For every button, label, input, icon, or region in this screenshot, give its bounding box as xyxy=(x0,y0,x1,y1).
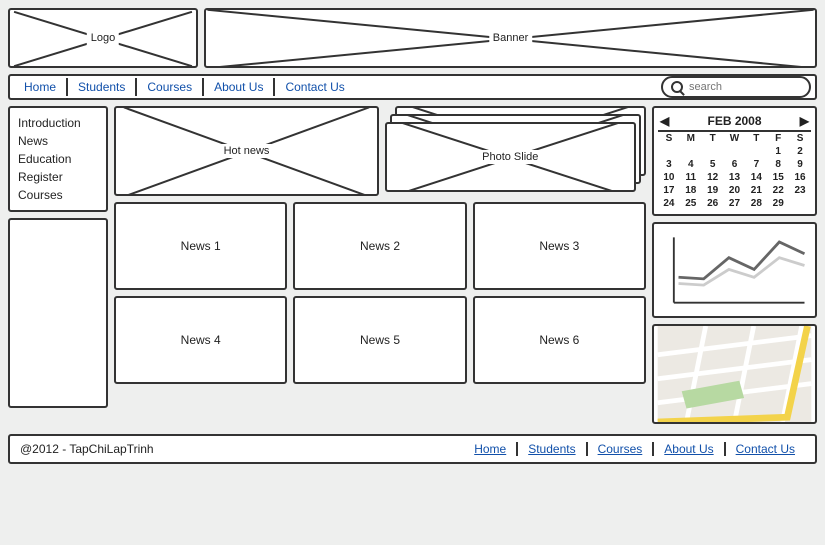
calendar-title: FEB 2008 xyxy=(707,114,761,128)
sidebar-item-register[interactable]: Register xyxy=(18,168,98,186)
news-card-2[interactable]: News 2 xyxy=(293,202,466,290)
footer-link-contact[interactable]: Contact Us xyxy=(726,442,805,456)
photo-slide-pane-front: Photo Slide xyxy=(385,122,636,192)
cal-day[interactable]: 27 xyxy=(724,197,746,210)
cal-dow: F xyxy=(767,132,789,145)
footer-link-about[interactable]: About Us xyxy=(654,442,725,456)
cal-day[interactable]: 8 xyxy=(767,158,789,171)
banner-placeholder: Banner xyxy=(204,8,817,68)
news-card-1[interactable]: News 1 xyxy=(114,202,287,290)
cal-day[interactable]: 21 xyxy=(745,184,767,197)
news-card-5[interactable]: News 5 xyxy=(293,296,466,384)
cal-day[interactable]: 24 xyxy=(658,197,680,210)
cal-day[interactable]: 23 xyxy=(789,184,811,197)
cal-day[interactable]: 11 xyxy=(680,171,702,184)
cal-dow: W xyxy=(724,132,746,145)
cal-day[interactable]: 6 xyxy=(724,158,746,171)
cal-day[interactable]: 16 xyxy=(789,171,811,184)
cal-prev-icon[interactable]: ◀ xyxy=(660,114,669,128)
logo-placeholder: Logo xyxy=(8,8,198,68)
cal-day[interactable]: 20 xyxy=(724,184,746,197)
cal-day[interactable]: 10 xyxy=(658,171,680,184)
cal-dow: S xyxy=(658,132,680,145)
cal-day xyxy=(680,145,702,158)
photo-slide[interactable]: Photo Slide xyxy=(385,106,646,196)
cal-day xyxy=(702,145,724,158)
footer-links: Home Students Courses About Us Contact U… xyxy=(464,442,805,456)
nav-students[interactable]: Students xyxy=(68,78,137,96)
cal-day[interactable]: 25 xyxy=(680,197,702,210)
map-widget[interactable] xyxy=(652,324,817,424)
cal-day[interactable]: 29 xyxy=(767,197,789,210)
search-input[interactable] xyxy=(687,80,801,94)
cal-day[interactable]: 28 xyxy=(745,197,767,210)
cal-day[interactable]: 19 xyxy=(702,184,724,197)
cal-day[interactable]: 17 xyxy=(658,184,680,197)
banner-label: Banner xyxy=(489,31,532,45)
footer: @2012 - TapChiLapTrinh Home Students Cou… xyxy=(8,434,817,464)
cal-day xyxy=(658,145,680,158)
nav-contact[interactable]: Contact Us xyxy=(275,78,354,96)
nav-links: Home Students Courses About Us Contact U… xyxy=(14,78,355,96)
cal-day[interactable]: 15 xyxy=(767,171,789,184)
news-grid: News 1 News 2 News 3 News 4 News 5 News … xyxy=(114,202,646,384)
cal-dow: S xyxy=(789,132,811,145)
calendar-widget[interactable]: ◀ FEB 2008 ▶ SMTWTFS12345678910111213141… xyxy=(652,106,817,216)
cal-day[interactable]: 4 xyxy=(680,158,702,171)
cal-day[interactable]: 2 xyxy=(789,145,811,158)
news-card-6[interactable]: News 6 xyxy=(473,296,646,384)
cal-next-icon[interactable]: ▶ xyxy=(800,114,809,128)
cal-day xyxy=(789,197,811,210)
cal-day[interactable]: 1 xyxy=(767,145,789,158)
cal-day[interactable]: 26 xyxy=(702,197,724,210)
cal-day[interactable]: 7 xyxy=(745,158,767,171)
news-card-3[interactable]: News 3 xyxy=(473,202,646,290)
chart-widget xyxy=(652,222,817,318)
sidebar-empty-box xyxy=(8,218,108,408)
cal-day[interactable]: 12 xyxy=(702,171,724,184)
cal-day[interactable]: 5 xyxy=(702,158,724,171)
cal-day xyxy=(724,145,746,158)
map-icon xyxy=(654,326,815,422)
hot-news-box[interactable]: Hot news xyxy=(114,106,379,196)
news-card-4[interactable]: News 4 xyxy=(114,296,287,384)
cal-day[interactable]: 9 xyxy=(789,158,811,171)
hot-news-label: Hot news xyxy=(220,144,274,158)
footer-link-students[interactable]: Students xyxy=(518,442,587,456)
sidebar-item-education[interactable]: Education xyxy=(18,150,98,168)
cal-day[interactable]: 18 xyxy=(680,184,702,197)
footer-link-home[interactable]: Home xyxy=(464,442,518,456)
chart-series-light xyxy=(679,258,805,285)
photo-slide-label: Photo Slide xyxy=(478,150,542,164)
logo-label: Logo xyxy=(87,31,119,45)
cal-day[interactable]: 3 xyxy=(658,158,680,171)
calendar-grid: SMTWTFS123456789101112131415161718192021… xyxy=(658,132,811,210)
footer-link-courses[interactable]: Courses xyxy=(588,442,655,456)
nav-about[interactable]: About Us xyxy=(204,78,275,96)
cal-dow: T xyxy=(702,132,724,145)
cal-dow: M xyxy=(680,132,702,145)
sidebar-item-introduction[interactable]: Introduction xyxy=(18,114,98,132)
sparkline-chart xyxy=(658,228,811,312)
search-icon xyxy=(671,81,683,93)
search-box[interactable] xyxy=(661,76,811,98)
nav-courses[interactable]: Courses xyxy=(137,78,204,96)
nav-home[interactable]: Home xyxy=(14,78,68,96)
cal-day[interactable]: 13 xyxy=(724,171,746,184)
sidebar-item-courses[interactable]: Courses xyxy=(18,186,98,204)
cal-day xyxy=(745,145,767,158)
footer-copyright: @2012 - TapChiLapTrinh xyxy=(20,442,154,456)
cal-dow: T xyxy=(745,132,767,145)
cal-day[interactable]: 14 xyxy=(745,171,767,184)
sidebar-item-news[interactable]: News xyxy=(18,132,98,150)
sidebar: Introduction News Education Register Cou… xyxy=(8,106,108,212)
navbar: Home Students Courses About Us Contact U… xyxy=(8,74,817,100)
cal-day[interactable]: 22 xyxy=(767,184,789,197)
